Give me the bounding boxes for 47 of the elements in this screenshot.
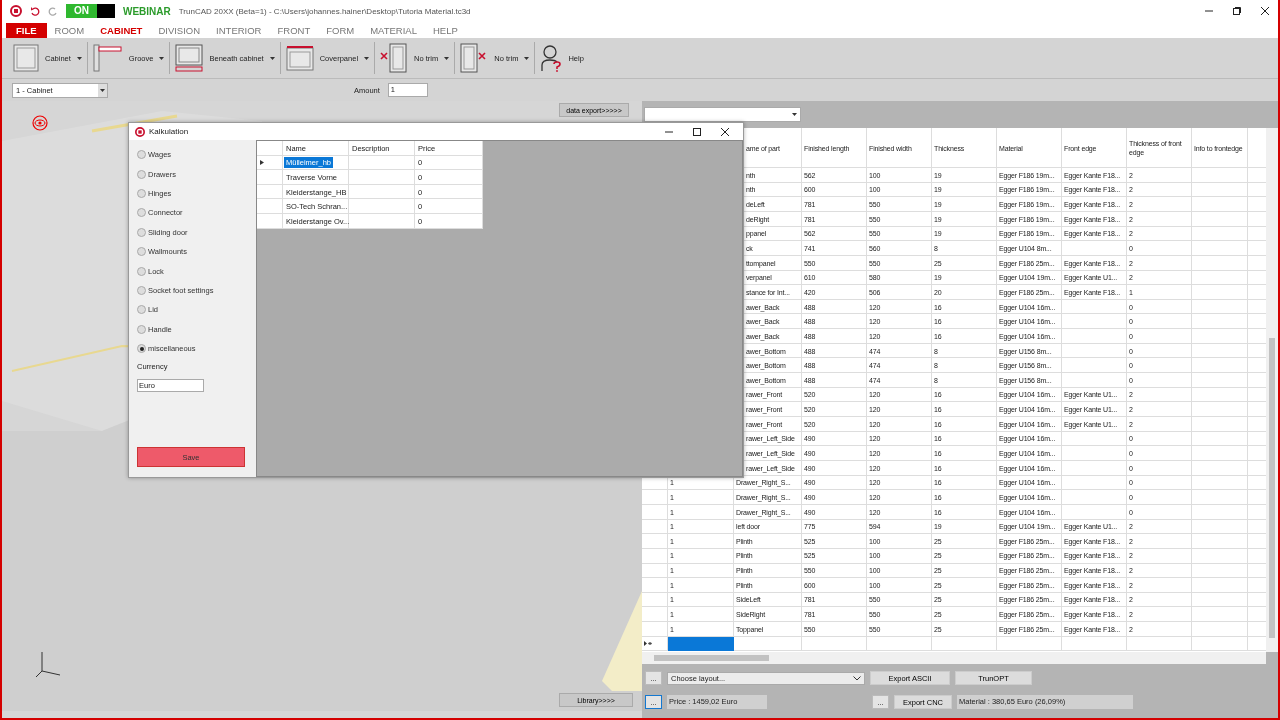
radio-circle[interactable] bbox=[137, 305, 146, 315]
cover-panel-icon bbox=[285, 45, 314, 71]
radio-circle[interactable] bbox=[137, 266, 146, 276]
maximize-icon[interactable] bbox=[1232, 6, 1242, 16]
radio-circle[interactable] bbox=[137, 150, 146, 160]
menu-tab[interactable]: FORM bbox=[318, 24, 363, 36]
no-trim-icon bbox=[380, 43, 409, 73]
radio-circle[interactable] bbox=[137, 227, 146, 237]
close-icon[interactable] bbox=[1260, 6, 1270, 16]
menu-tab[interactable]: CABINET bbox=[92, 24, 151, 36]
app-logo-icon bbox=[10, 5, 22, 17]
panel-under-cabinet-icon bbox=[175, 44, 204, 72]
help-person-icon bbox=[540, 44, 563, 72]
current-row-icon bbox=[260, 160, 264, 166]
no-trim-icon bbox=[460, 43, 489, 73]
menu-tab[interactable]: FILE bbox=[6, 22, 47, 38]
undo-icon[interactable] bbox=[30, 6, 40, 16]
new-row-cell[interactable] bbox=[668, 636, 734, 652]
radio-circle[interactable] bbox=[137, 324, 146, 334]
dialog-title: Kalkulation bbox=[149, 127, 189, 136]
menu-tab[interactable]: MATERIAL bbox=[362, 24, 425, 36]
redo-icon[interactable] bbox=[48, 6, 58, 16]
radio-circle[interactable] bbox=[137, 247, 146, 257]
horizontal-scrollbar[interactable] bbox=[642, 652, 1266, 664]
new-row-icon bbox=[644, 641, 652, 647]
caret-icon bbox=[100, 88, 105, 92]
radio-circle[interactable] bbox=[137, 169, 146, 179]
webinar-label: WEBINAR bbox=[123, 5, 171, 17]
radio-circle[interactable] bbox=[137, 188, 146, 198]
cabinet-icon bbox=[13, 44, 39, 72]
app-logo-icon bbox=[135, 126, 145, 137]
menu-tab[interactable]: ROOM bbox=[46, 24, 93, 36]
maximize-icon[interactable] bbox=[692, 126, 702, 137]
radio-circle[interactable] bbox=[137, 285, 146, 295]
radio-circle[interactable] bbox=[137, 208, 146, 218]
menu-tab[interactable]: DIVISION bbox=[150, 24, 209, 36]
vertical-scrollbar[interactable] bbox=[1266, 128, 1278, 652]
menu-tab[interactable]: HELP bbox=[425, 24, 466, 36]
radio-circle[interactable] bbox=[137, 344, 146, 354]
window-title: TrunCAD 20XX (Beta=1) - C:\Users\johannes.hainer\Desktop\Tutoria Material.tc3d bbox=[178, 6, 471, 16]
chevron-icon bbox=[853, 675, 861, 681]
close-icon[interactable] bbox=[720, 126, 730, 137]
menu-tab[interactable]: FRONT bbox=[269, 24, 319, 36]
groove-icon bbox=[92, 44, 123, 72]
menu-tab[interactable]: INTERIOR bbox=[208, 24, 270, 36]
caret-icon bbox=[792, 113, 797, 116]
eye-icon[interactable] bbox=[32, 115, 48, 131]
